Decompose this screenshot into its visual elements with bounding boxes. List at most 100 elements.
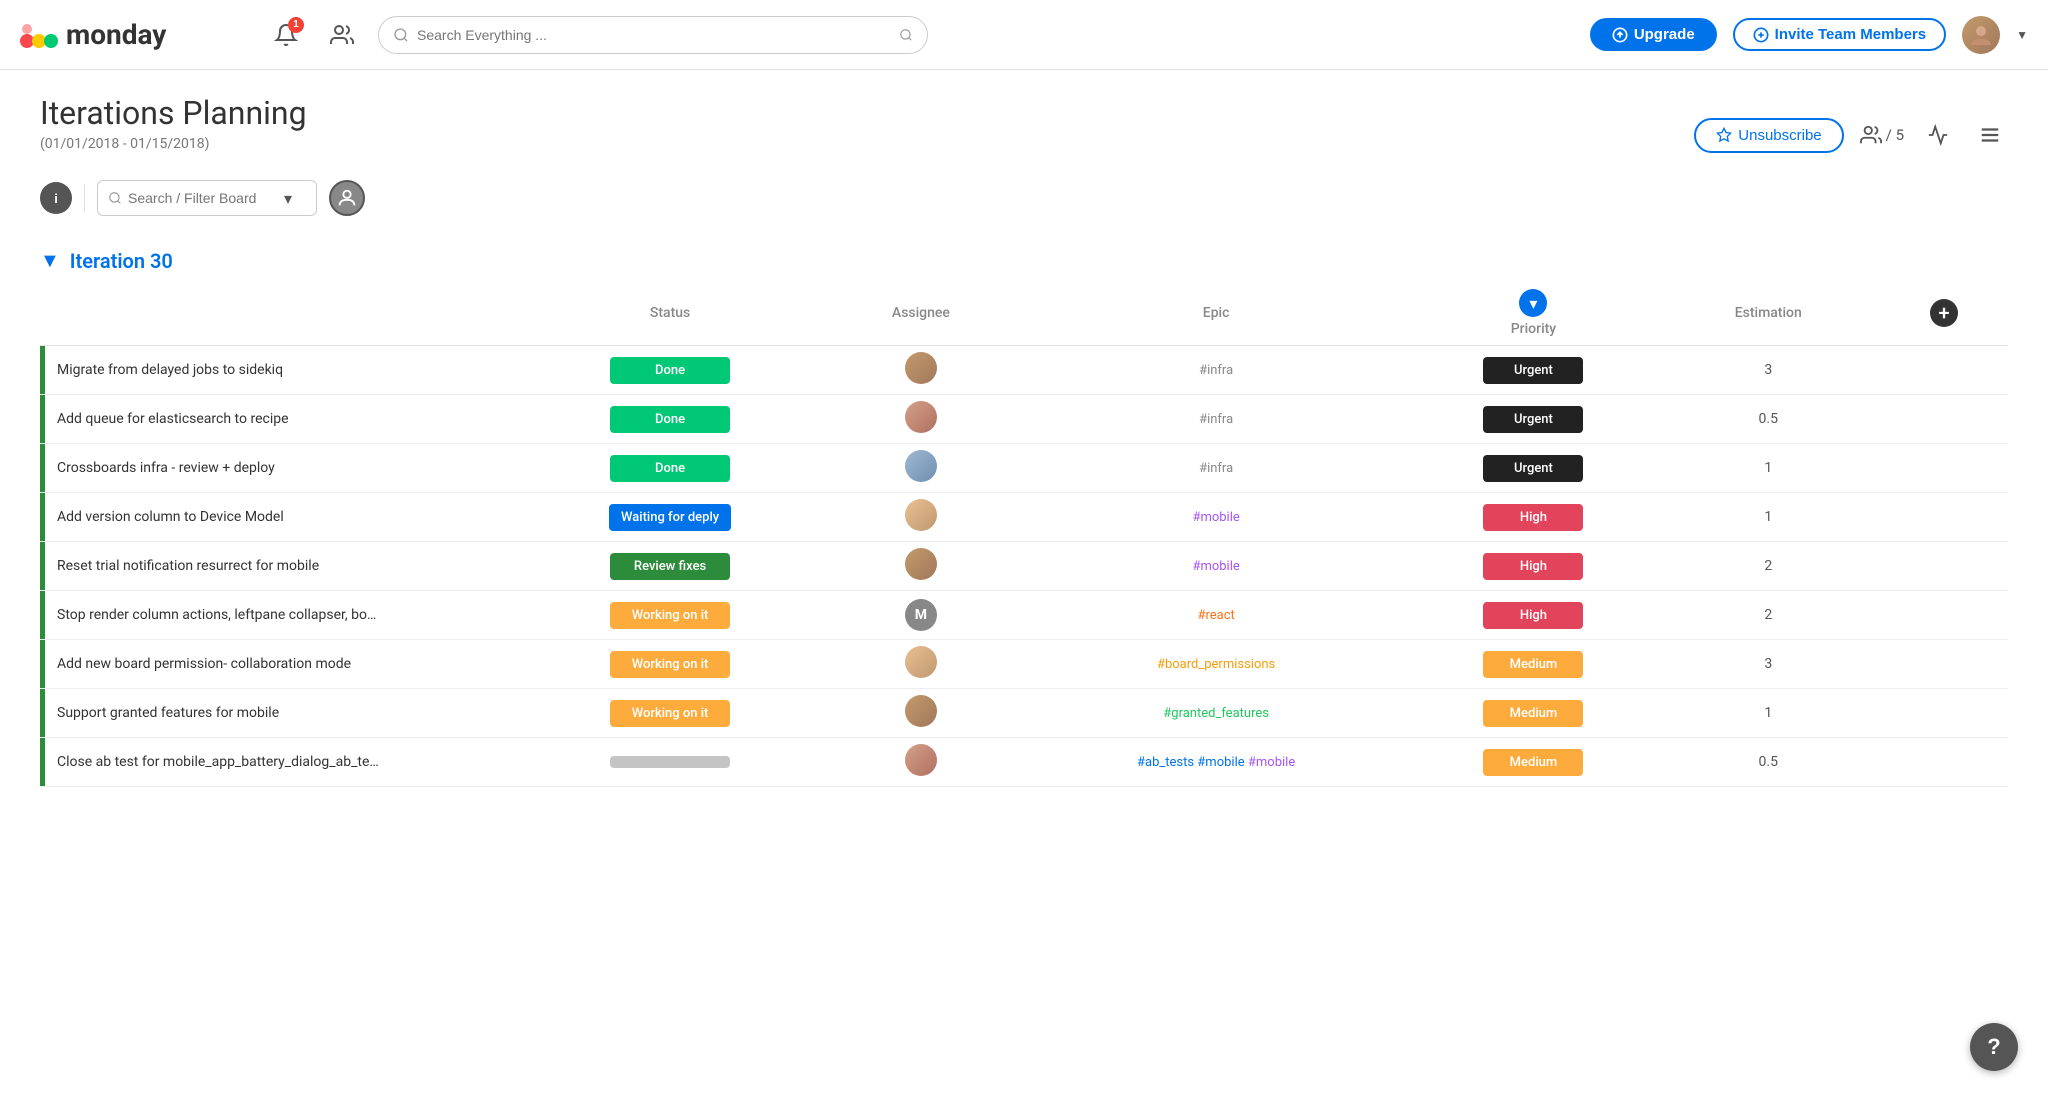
priority-cell[interactable]: Urgent (1411, 346, 1657, 395)
filter-input[interactable] (128, 190, 278, 206)
user-avatar[interactable] (1962, 16, 2000, 54)
priority-badge: Urgent (1483, 406, 1583, 433)
row-actions-cell (1880, 493, 2008, 542)
row-actions-cell (1880, 640, 2008, 689)
assignee-cell[interactable] (820, 395, 1022, 444)
epic-cell[interactable]: #infra (1022, 346, 1411, 395)
add-column-button[interactable]: + (1930, 299, 1958, 327)
task-name: Reset trial notification resurrect for m… (45, 558, 331, 574)
col-assignee: Assignee (820, 281, 1022, 346)
estimation-cell: 1 (1656, 444, 1880, 493)
task-name-cell[interactable]: Stop render column actions, leftpane col… (40, 591, 520, 640)
status-cell[interactable]: Working on it (520, 591, 820, 640)
epic-cell[interactable]: #infra (1022, 444, 1411, 493)
row-actions-cell (1880, 395, 2008, 444)
assignee-cell[interactable] (820, 542, 1022, 591)
estimation-cell: 0.5 (1656, 738, 1880, 787)
assignee-avatar (905, 695, 937, 727)
priority-cell[interactable]: Medium (1411, 738, 1657, 787)
epic-cell[interactable]: #board_permissions (1022, 640, 1411, 689)
task-name-cell[interactable]: Add new board permission- collaboration … (40, 640, 520, 689)
epic-cell[interactable]: #mobile (1022, 493, 1411, 542)
status-badge: Working on it (610, 700, 730, 727)
priority-badge: High (1483, 504, 1583, 531)
unsubscribe-button[interactable]: Unsubscribe (1694, 118, 1843, 153)
col-epic: Epic (1022, 281, 1411, 346)
main-content: Iterations Planning (01/01/2018 - 01/15/… (0, 70, 2048, 811)
priority-sort-arrow[interactable]: ▾ (1519, 289, 1547, 317)
assignee-cell[interactable] (820, 444, 1022, 493)
help-button[interactable]: ? (1970, 1023, 2018, 1071)
iteration-section: ▼ Iteration 30 Status Assignee Epic ▾ Pr… (40, 248, 2008, 787)
priority-cell[interactable]: Medium (1411, 640, 1657, 689)
activity-button[interactable] (1920, 117, 1956, 153)
status-cell[interactable]: Working on it (520, 640, 820, 689)
epic-cell[interactable]: #infra (1022, 395, 1411, 444)
epic-cell[interactable]: #ab_tests #mobile #mobile (1022, 738, 1411, 787)
status-cell[interactable]: Working on it (520, 689, 820, 738)
epic-cell[interactable]: #react (1022, 591, 1411, 640)
members-badge[interactable]: / 5 (1860, 124, 1904, 146)
epic-label: #mobile (1192, 559, 1239, 574)
epic-cell[interactable]: #granted_features (1022, 689, 1411, 738)
upgrade-button[interactable]: Upgrade (1590, 18, 1717, 51)
filter-search[interactable]: ▾ (97, 180, 317, 216)
priority-cell[interactable]: High (1411, 542, 1657, 591)
search-bar[interactable] (378, 16, 928, 54)
status-badge (610, 756, 730, 768)
status-cell[interactable]: Done (520, 444, 820, 493)
iteration-toggle[interactable]: ▼ (40, 248, 60, 273)
estimation-cell: 1 (1656, 689, 1880, 738)
board-table: Status Assignee Epic ▾ Priority Estimati… (40, 281, 2008, 787)
status-badge: Done (610, 357, 730, 384)
menu-button[interactable] (1972, 117, 2008, 153)
task-name-cell[interactable]: Reset trial notification resurrect for m… (40, 542, 520, 591)
status-cell[interactable]: Waiting for deply (520, 493, 820, 542)
team-icon-button[interactable] (322, 15, 362, 55)
info-button[interactable]: i (40, 182, 72, 214)
assignee-avatar (905, 499, 937, 531)
table-header-row: Status Assignee Epic ▾ Priority Estimati… (40, 281, 2008, 346)
status-cell[interactable]: Review fixes (520, 542, 820, 591)
assignee-cell[interactable] (820, 346, 1022, 395)
table-row: Stop render column actions, leftpane col… (40, 591, 2008, 640)
assignee-avatar (905, 744, 937, 776)
assignee-cell[interactable]: M (820, 591, 1022, 640)
epic-label: #react (1197, 608, 1234, 623)
priority-badge: Medium (1483, 651, 1583, 678)
task-name: Crossboards infra - review + deploy (45, 460, 287, 476)
estimation-cell: 3 (1656, 346, 1880, 395)
assignee-cell[interactable] (820, 640, 1022, 689)
status-cell[interactable]: Done (520, 346, 820, 395)
assignee-cell[interactable] (820, 493, 1022, 542)
task-name: Support granted features for mobile (45, 705, 291, 721)
epic-cell[interactable]: #mobile (1022, 542, 1411, 591)
table-row: Support granted features for mobile Worki… (40, 689, 2008, 738)
row-actions-cell (1880, 542, 2008, 591)
task-name-cell[interactable]: Crossboards infra - review + deploy (40, 444, 520, 493)
priority-cell[interactable]: Medium (1411, 689, 1657, 738)
status-cell[interactable] (520, 738, 820, 787)
task-name-cell[interactable]: Support granted features for mobile (40, 689, 520, 738)
assignee-cell[interactable] (820, 738, 1022, 787)
status-badge: Done (610, 406, 730, 433)
assignee-filter-avatar[interactable] (329, 180, 365, 216)
priority-cell[interactable]: High (1411, 493, 1657, 542)
task-name-cell[interactable]: Add version column to Device Model (40, 493, 520, 542)
filter-dropdown-arrow[interactable]: ▾ (284, 189, 292, 208)
assignee-cell[interactable] (820, 689, 1022, 738)
task-name-cell[interactable]: Add queue for elasticsearch to recipe (40, 395, 520, 444)
avatar-chevron[interactable]: ▼ (2016, 28, 2028, 42)
notifications-button[interactable]: 1 (266, 15, 306, 55)
invite-button[interactable]: Invite Team Members (1733, 18, 1946, 51)
epic-label: #mobile (1192, 510, 1239, 525)
status-cell[interactable]: Done (520, 395, 820, 444)
task-name: Add queue for elasticsearch to recipe (45, 411, 301, 427)
estimation-cell: 1 (1656, 493, 1880, 542)
search-input[interactable] (417, 27, 891, 43)
priority-cell[interactable]: High (1411, 591, 1657, 640)
priority-cell[interactable]: Urgent (1411, 395, 1657, 444)
task-name-cell[interactable]: Close ab test for mobile_app_battery_dia… (40, 738, 520, 787)
priority-cell[interactable]: Urgent (1411, 444, 1657, 493)
task-name-cell[interactable]: Migrate from delayed jobs to sidekiq (40, 346, 520, 395)
